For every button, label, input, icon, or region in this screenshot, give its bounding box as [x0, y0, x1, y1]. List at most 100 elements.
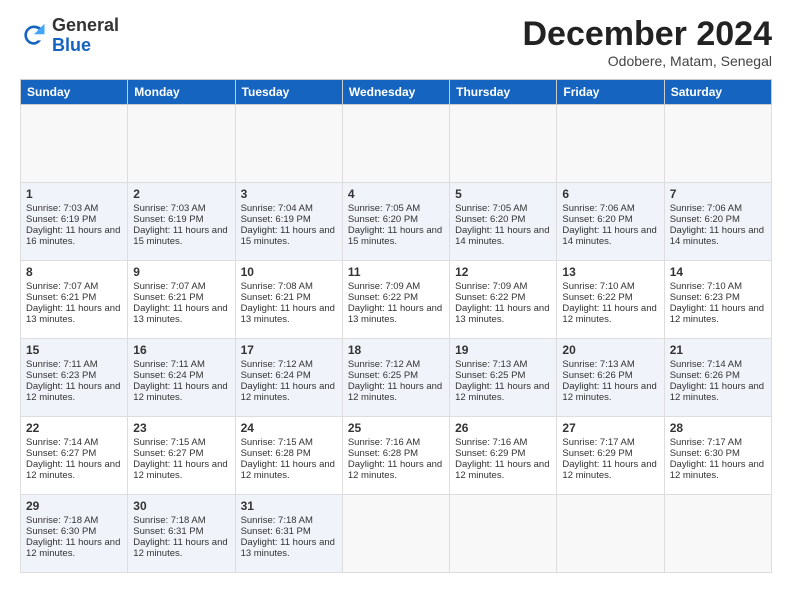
day-info: Sunrise: 7:07 AM	[26, 281, 122, 292]
table-row	[235, 105, 342, 183]
col-monday: Monday	[128, 80, 235, 105]
day-info: Daylight: 11 hours and 12 minutes.	[133, 537, 229, 559]
day-info: Sunset: 6:19 PM	[133, 214, 229, 225]
day-info: Sunrise: 7:14 AM	[26, 437, 122, 448]
day-info: Daylight: 11 hours and 14 minutes.	[562, 225, 658, 247]
day-info: Daylight: 11 hours and 14 minutes.	[455, 225, 551, 247]
day-info: Sunrise: 7:05 AM	[455, 203, 551, 214]
day-info: Sunset: 6:25 PM	[455, 370, 551, 381]
month-title: December 2024	[522, 16, 772, 53]
table-row: 30Sunrise: 7:18 AMSunset: 6:31 PMDayligh…	[128, 495, 235, 573]
day-number: 25	[348, 421, 444, 435]
day-info: Sunset: 6:22 PM	[455, 292, 551, 303]
day-number: 15	[26, 343, 122, 357]
day-info: Daylight: 11 hours and 12 minutes.	[348, 459, 444, 481]
day-info: Sunset: 6:24 PM	[133, 370, 229, 381]
day-info: Daylight: 11 hours and 13 minutes.	[455, 303, 551, 325]
calendar-week-row: 29Sunrise: 7:18 AMSunset: 6:30 PMDayligh…	[21, 495, 772, 573]
day-info: Sunset: 6:26 PM	[670, 370, 766, 381]
table-row	[128, 105, 235, 183]
day-info: Sunrise: 7:08 AM	[241, 281, 337, 292]
day-info: Sunset: 6:23 PM	[26, 370, 122, 381]
day-info: Sunset: 6:31 PM	[133, 526, 229, 537]
table-row: 20Sunrise: 7:13 AMSunset: 6:26 PMDayligh…	[557, 339, 664, 417]
day-info: Sunrise: 7:13 AM	[562, 359, 658, 370]
table-row	[342, 495, 449, 573]
day-info: Sunrise: 7:06 AM	[562, 203, 658, 214]
page: General Blue December 2024 Odobere, Mata…	[0, 0, 792, 612]
day-info: Daylight: 11 hours and 12 minutes.	[562, 381, 658, 403]
day-info: Daylight: 11 hours and 13 minutes.	[348, 303, 444, 325]
table-row	[450, 105, 557, 183]
day-info: Daylight: 11 hours and 12 minutes.	[133, 381, 229, 403]
day-info: Sunset: 6:23 PM	[670, 292, 766, 303]
table-row: 22Sunrise: 7:14 AMSunset: 6:27 PMDayligh…	[21, 417, 128, 495]
location: Odobere, Matam, Senegal	[522, 53, 772, 69]
day-number: 14	[670, 265, 766, 279]
day-info: Sunset: 6:22 PM	[348, 292, 444, 303]
day-info: Daylight: 11 hours and 12 minutes.	[562, 459, 658, 481]
day-number: 11	[348, 265, 444, 279]
table-row: 26Sunrise: 7:16 AMSunset: 6:29 PMDayligh…	[450, 417, 557, 495]
table-row	[450, 495, 557, 573]
day-number: 18	[348, 343, 444, 357]
day-info: Daylight: 11 hours and 12 minutes.	[26, 459, 122, 481]
day-number: 27	[562, 421, 658, 435]
day-info: Daylight: 11 hours and 13 minutes.	[133, 303, 229, 325]
day-info: Sunrise: 7:18 AM	[241, 515, 337, 526]
day-info: Daylight: 11 hours and 12 minutes.	[455, 381, 551, 403]
col-thursday: Thursday	[450, 80, 557, 105]
table-row	[557, 105, 664, 183]
day-info: Sunset: 6:30 PM	[26, 526, 122, 537]
day-info: Daylight: 11 hours and 12 minutes.	[348, 381, 444, 403]
logo: General Blue	[20, 16, 119, 56]
day-info: Sunset: 6:27 PM	[26, 448, 122, 459]
day-info: Sunset: 6:27 PM	[133, 448, 229, 459]
table-row: 27Sunrise: 7:17 AMSunset: 6:29 PMDayligh…	[557, 417, 664, 495]
day-info: Sunset: 6:25 PM	[348, 370, 444, 381]
day-info: Sunrise: 7:10 AM	[562, 281, 658, 292]
day-info: Sunrise: 7:15 AM	[241, 437, 337, 448]
table-row: 15 Sunrise: 7:11 AMSunset: 6:23 PMDayligh…	[21, 339, 128, 417]
day-info: Sunset: 6:21 PM	[241, 292, 337, 303]
table-row: 6Sunrise: 7:06 AMSunset: 6:20 PMDaylight…	[557, 183, 664, 261]
day-info: Sunrise: 7:11 AM	[26, 359, 122, 370]
title-block: December 2024 Odobere, Matam, Senegal	[522, 16, 772, 69]
logo-general: General	[52, 16, 119, 36]
day-info: Sunrise: 7:15 AM	[133, 437, 229, 448]
day-number: 8	[26, 265, 122, 279]
day-info: Sunset: 6:19 PM	[241, 214, 337, 225]
day-number: 5	[455, 187, 551, 201]
day-number: 7	[670, 187, 766, 201]
day-number: 21	[670, 343, 766, 357]
day-info: Sunset: 6:29 PM	[455, 448, 551, 459]
calendar-week-row: 15Sunrise: 7:11 AMSunset: 6:23 PMDayligh…	[21, 339, 772, 417]
day-number: 17	[241, 343, 337, 357]
logo-icon	[20, 22, 48, 50]
day-info: Sunrise: 7:14 AM	[670, 359, 766, 370]
day-info: Daylight: 11 hours and 12 minutes.	[26, 381, 122, 403]
day-info: Sunrise: 7:11 AM	[133, 359, 229, 370]
table-row: 1Sunrise: 7:03 AMSunset: 6:19 PMDaylight…	[21, 183, 128, 261]
table-row: 5Sunrise: 7:05 AMSunset: 6:20 PMDaylight…	[450, 183, 557, 261]
day-number: 26	[455, 421, 551, 435]
table-row: 25Sunrise: 7:16 AMSunset: 6:28 PMDayligh…	[342, 417, 449, 495]
table-row: 19Sunrise: 7:13 AMSunset: 6:25 PMDayligh…	[450, 339, 557, 417]
day-info: Daylight: 11 hours and 12 minutes.	[670, 303, 766, 325]
day-info: Sunrise: 7:13 AM	[455, 359, 551, 370]
calendar-header-row: Sunday Monday Tuesday Wednesday Thursday…	[21, 80, 772, 105]
day-number: 24	[241, 421, 337, 435]
day-number: 9	[133, 265, 229, 279]
table-row: 31Sunrise: 7:18 AMSunset: 6:31 PMDayligh…	[235, 495, 342, 573]
day-info: Sunset: 6:19 PM	[26, 214, 122, 225]
day-number: 16	[133, 343, 229, 357]
day-number: 2	[133, 187, 229, 201]
day-info: Daylight: 11 hours and 16 minutes.	[26, 225, 122, 247]
day-info: Sunrise: 7:09 AM	[455, 281, 551, 292]
day-info: Sunrise: 7:17 AM	[670, 437, 766, 448]
calendar-table: Sunday Monday Tuesday Wednesday Thursday…	[20, 79, 772, 573]
day-info: Daylight: 11 hours and 13 minutes.	[26, 303, 122, 325]
day-info: Sunset: 6:28 PM	[348, 448, 444, 459]
day-info: Sunrise: 7:18 AM	[26, 515, 122, 526]
day-info: Daylight: 11 hours and 12 minutes.	[670, 459, 766, 481]
